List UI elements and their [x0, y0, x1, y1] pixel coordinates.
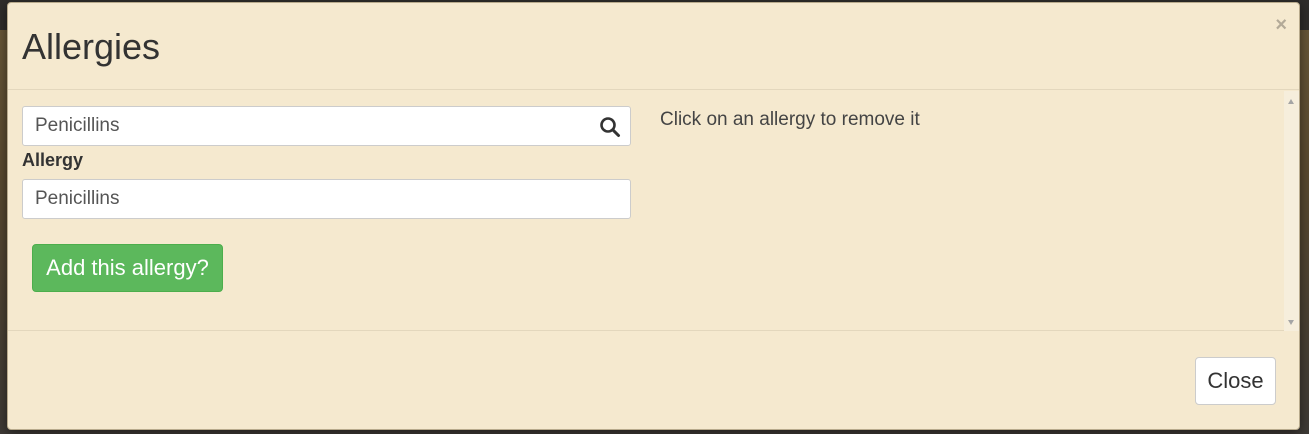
allergies-modal: Allergies × Allergy Add this allergy? Cl… [7, 2, 1300, 430]
scroll-down-icon[interactable] [1288, 320, 1294, 325]
allergy-search-box [22, 106, 631, 146]
modal-body-scrollbar[interactable] [1284, 91, 1299, 331]
modal-header: Allergies × [8, 3, 1299, 90]
allergy-label: Allergy [22, 150, 84, 170]
allergy-field[interactable] [22, 179, 631, 219]
close-button[interactable]: Close [1195, 357, 1276, 405]
close-icon[interactable]: × [1275, 15, 1287, 35]
modal-body: Allergy Add this allergy? Click on an al… [8, 91, 1292, 331]
modal-title: Allergies [22, 26, 161, 67]
scroll-up-icon[interactable] [1288, 99, 1294, 104]
add-allergy-button[interactable]: Add this allergy? [32, 244, 223, 292]
modal-footer: Close [8, 332, 1299, 429]
remove-instruction: Click on an allergy to remove it [660, 109, 920, 130]
search-icon[interactable] [599, 116, 621, 138]
allergy-search-input[interactable] [23, 107, 583, 145]
